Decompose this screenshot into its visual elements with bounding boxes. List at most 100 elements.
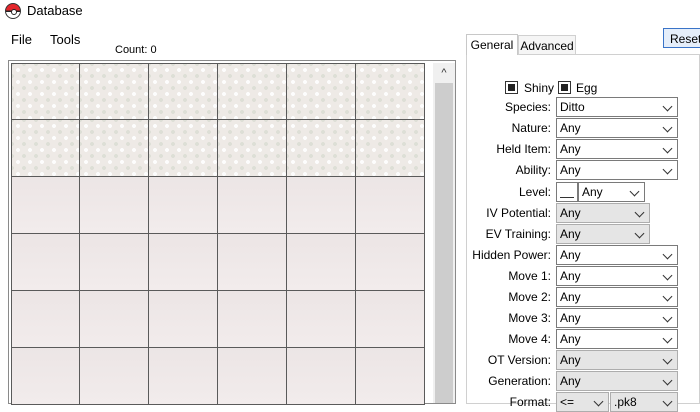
result-slot[interactable] — [356, 120, 425, 177]
result-slot[interactable] — [149, 120, 218, 177]
format-label: Format: — [509, 395, 551, 409]
result-slot[interactable] — [80, 63, 149, 120]
result-slot[interactable] — [287, 348, 356, 405]
chevron-down-icon — [662, 122, 673, 133]
result-count: Count: 0 — [115, 44, 157, 56]
result-slot[interactable] — [80, 177, 149, 234]
window-title: Database — [27, 3, 83, 18]
result-slot[interactable] — [287, 177, 356, 234]
result-slot[interactable] — [149, 234, 218, 291]
result-slot[interactable] — [149, 291, 218, 348]
move1-label: Move 1: — [508, 269, 551, 283]
ev-training-dropdown[interactable]: Any — [556, 224, 650, 244]
result-slot[interactable] — [11, 63, 80, 120]
chevron-down-icon — [662, 333, 673, 344]
result-slot[interactable] — [356, 348, 425, 405]
title-bar: Database — [0, 0, 700, 26]
chevron-down-icon — [662, 312, 673, 323]
nature-dropdown[interactable]: Any — [556, 118, 678, 138]
ot-version-label: OT Version: — [487, 353, 551, 367]
result-slot[interactable] — [356, 291, 425, 348]
result-slot[interactable] — [287, 120, 356, 177]
result-slot[interactable] — [11, 348, 80, 405]
result-slot[interactable] — [287, 291, 356, 348]
tab-advanced[interactable]: Advanced — [518, 35, 576, 54]
hidden-power-dropdown[interactable]: Any — [556, 245, 678, 265]
results-grid — [11, 63, 425, 405]
result-slot[interactable] — [356, 177, 425, 234]
move3-dropdown[interactable]: Any — [556, 308, 678, 328]
move2-label: Move 2: — [508, 290, 551, 304]
chevron-down-icon — [662, 164, 673, 175]
result-slot[interactable] — [80, 348, 149, 405]
iv-potential-dropdown[interactable]: Any — [556, 203, 650, 223]
result-slot[interactable] — [149, 348, 218, 405]
result-slot[interactable] — [356, 63, 425, 120]
menu-file[interactable]: File — [11, 32, 32, 47]
result-slot[interactable] — [80, 120, 149, 177]
format-comparator-dropdown[interactable]: <= — [556, 392, 609, 412]
ability-dropdown[interactable]: Any — [556, 160, 678, 180]
result-slot[interactable] — [149, 177, 218, 234]
result-slot[interactable] — [218, 234, 287, 291]
chevron-down-icon — [662, 143, 673, 154]
level-label: Level: — [518, 185, 551, 199]
chevron-down-icon — [662, 375, 673, 386]
species-label: Species: — [504, 100, 551, 114]
result-slot[interactable] — [11, 291, 80, 348]
ot-version-dropdown[interactable]: Any — [556, 350, 678, 370]
level-input[interactable] — [556, 182, 578, 202]
move2-dropdown[interactable]: Any — [556, 287, 678, 307]
ev-training-label: EV Training: — [485, 227, 551, 241]
result-slot[interactable] — [287, 234, 356, 291]
egg-label: Egg — [576, 81, 598, 95]
format-dropdown[interactable]: .pk8 — [610, 392, 678, 412]
chevron-down-icon — [662, 291, 673, 302]
filter-panel: General Advanced Shiny Egg Species: Natu… — [466, 34, 700, 412]
level-comparator-dropdown[interactable]: Any — [578, 182, 645, 202]
nature-label: Nature: — [511, 121, 551, 135]
result-slot[interactable] — [11, 120, 80, 177]
filter-labels: Species: Nature: Held Item: Ability: Lev… — [467, 55, 551, 409]
result-slot[interactable] — [218, 63, 287, 120]
chevron-down-icon — [634, 228, 645, 239]
result-slot[interactable] — [80, 291, 149, 348]
result-slot[interactable] — [218, 120, 287, 177]
result-slot[interactable] — [287, 63, 356, 120]
results-panel: ^ — [8, 60, 456, 405]
ability-label: Ability: — [515, 163, 551, 177]
species-dropdown[interactable]: Ditto — [556, 97, 678, 117]
tab-strip: General Advanced — [466, 34, 700, 55]
egg-checkbox[interactable] — [558, 81, 571, 94]
chevron-down-icon — [662, 101, 673, 112]
generation-label: Generation: — [488, 374, 551, 388]
chevron-down-icon — [662, 270, 673, 281]
held-item-dropdown[interactable]: Any — [556, 139, 678, 159]
chevron-down-icon — [662, 396, 673, 407]
result-slot[interactable] — [218, 348, 287, 405]
scroll-up-button[interactable]: ^ — [433, 63, 455, 83]
result-slot[interactable] — [149, 63, 218, 120]
result-slot[interactable] — [80, 234, 149, 291]
general-tab-page: Shiny Egg Species: Nature: Held Item: Ab… — [466, 54, 700, 412]
pokeball-icon — [5, 3, 21, 19]
scroll-thumb[interactable] — [435, 83, 453, 403]
generation-dropdown[interactable]: Any — [556, 371, 678, 391]
chevron-down-icon — [662, 249, 673, 260]
move1-dropdown[interactable]: Any — [556, 266, 678, 286]
result-slot[interactable] — [11, 234, 80, 291]
move4-label: Move 4: — [508, 332, 551, 346]
results-scrollbar[interactable]: ^ — [433, 63, 455, 403]
result-slot[interactable] — [218, 177, 287, 234]
move4-dropdown[interactable]: Any — [556, 329, 678, 349]
tab-general[interactable]: General — [466, 34, 518, 55]
chevron-down-icon — [629, 186, 640, 197]
chevron-down-icon — [634, 207, 645, 218]
result-slot[interactable] — [356, 234, 425, 291]
menu-tools[interactable]: Tools — [50, 32, 80, 47]
result-slot[interactable] — [11, 177, 80, 234]
chevron-down-icon — [593, 396, 604, 407]
result-slot[interactable] — [218, 291, 287, 348]
hidden-power-label: Hidden Power: — [472, 248, 551, 262]
chevron-up-icon: ^ — [441, 67, 447, 79]
